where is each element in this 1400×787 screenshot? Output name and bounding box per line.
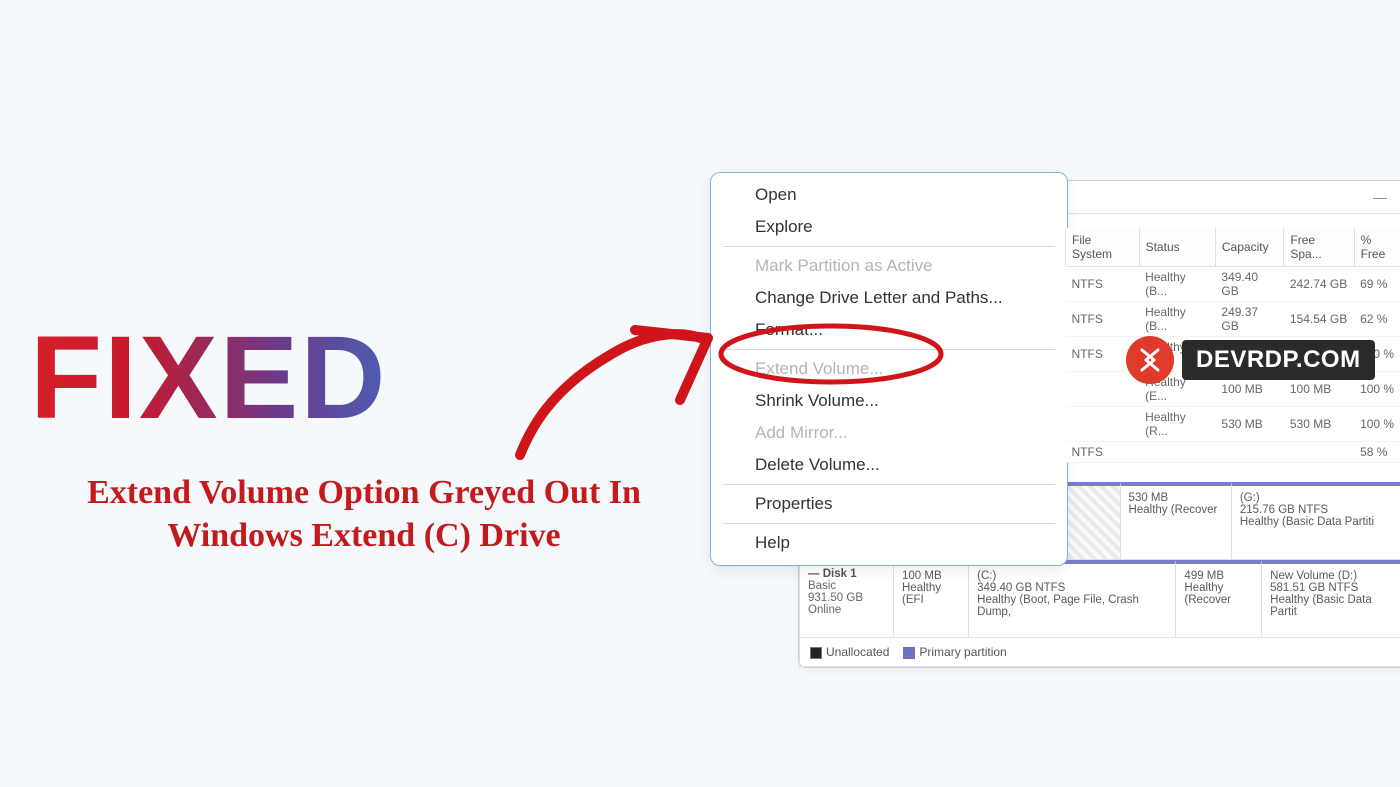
menu-separator	[723, 349, 1055, 350]
menu-separator	[723, 523, 1055, 524]
col-pctfree[interactable]: % Free	[1354, 228, 1400, 267]
disk1-part1[interactable]: 100 MB Healthy (EFI	[894, 560, 969, 637]
menu-open[interactable]: Open	[711, 179, 1067, 211]
menu-separator	[723, 484, 1055, 485]
col-freespace[interactable]: Free Spa...	[1284, 228, 1354, 267]
menu-extend-volume: Extend Volume...	[711, 353, 1067, 385]
legend-unallocated-swatch	[810, 647, 822, 659]
menu-help[interactable]: Help	[711, 527, 1067, 559]
menu-add-mirror: Add Mirror...	[711, 417, 1067, 449]
fixed-headline: FIXED	[30, 310, 388, 446]
arrow-annotation	[490, 290, 730, 470]
menu-change-drive-letter[interactable]: Change Drive Letter and Paths...	[711, 282, 1067, 314]
disk-row-1: — Disk 1 Basic 931.50 GB Online 100 MB H…	[799, 560, 1400, 638]
subtitle-text: Extend Volume Option Greyed Out In Windo…	[44, 472, 684, 557]
disk1-label: — Disk 1 Basic 931.50 GB Online	[800, 560, 894, 637]
minimize-icon[interactable]: —	[1373, 189, 1387, 205]
menu-mark-partition-active: Mark Partition as Active	[711, 250, 1067, 282]
table-row[interactable]: NTFSHealthy (B...249.37 GB154.54 GB62 %	[1066, 302, 1400, 337]
logo-mark-icon	[1126, 336, 1174, 384]
disk0-part3[interactable]: (G:) 215.76 GB NTFS Healthy (Basic Data …	[1232, 482, 1400, 559]
table-row[interactable]: Healthy (R...530 MB530 MB100 %	[1066, 407, 1400, 442]
menu-delete-volume[interactable]: Delete Volume...	[711, 449, 1067, 481]
disk1-part3[interactable]: 499 MB Healthy (Recover	[1176, 560, 1262, 637]
logo-text: DEVRDP.COM	[1182, 340, 1375, 380]
menu-properties[interactable]: Properties	[711, 488, 1067, 520]
menu-format[interactable]: Format...	[711, 314, 1067, 346]
menu-shrink-volume[interactable]: Shrink Volume...	[711, 385, 1067, 417]
brand-logo: DEVRDP.COM	[1126, 336, 1375, 384]
legend-primary-swatch	[903, 647, 915, 659]
disk1-part2[interactable]: (C:) 349.40 GB NTFS Healthy (Boot, Page …	[969, 560, 1176, 637]
legend: Unallocated Primary partition	[799, 638, 1400, 667]
table-row[interactable]: NTFSHealthy (B...349.40 GB242.74 GB69 %	[1066, 267, 1400, 302]
menu-explore[interactable]: Explore	[711, 211, 1067, 243]
context-menu: Open Explore Mark Partition as Active Ch…	[710, 172, 1068, 566]
table-row[interactable]: NTFS58 %	[1066, 442, 1400, 463]
col-capacity[interactable]: Capacity	[1215, 228, 1283, 267]
menu-separator	[723, 246, 1055, 247]
disk0-part2[interactable]: 530 MB Healthy (Recover	[1121, 482, 1232, 559]
col-status[interactable]: Status	[1139, 228, 1215, 267]
col-filesystem[interactable]: File System	[1066, 228, 1140, 267]
disk1-part4[interactable]: New Volume (D:) 581.51 GB NTFS Healthy (…	[1262, 560, 1400, 637]
